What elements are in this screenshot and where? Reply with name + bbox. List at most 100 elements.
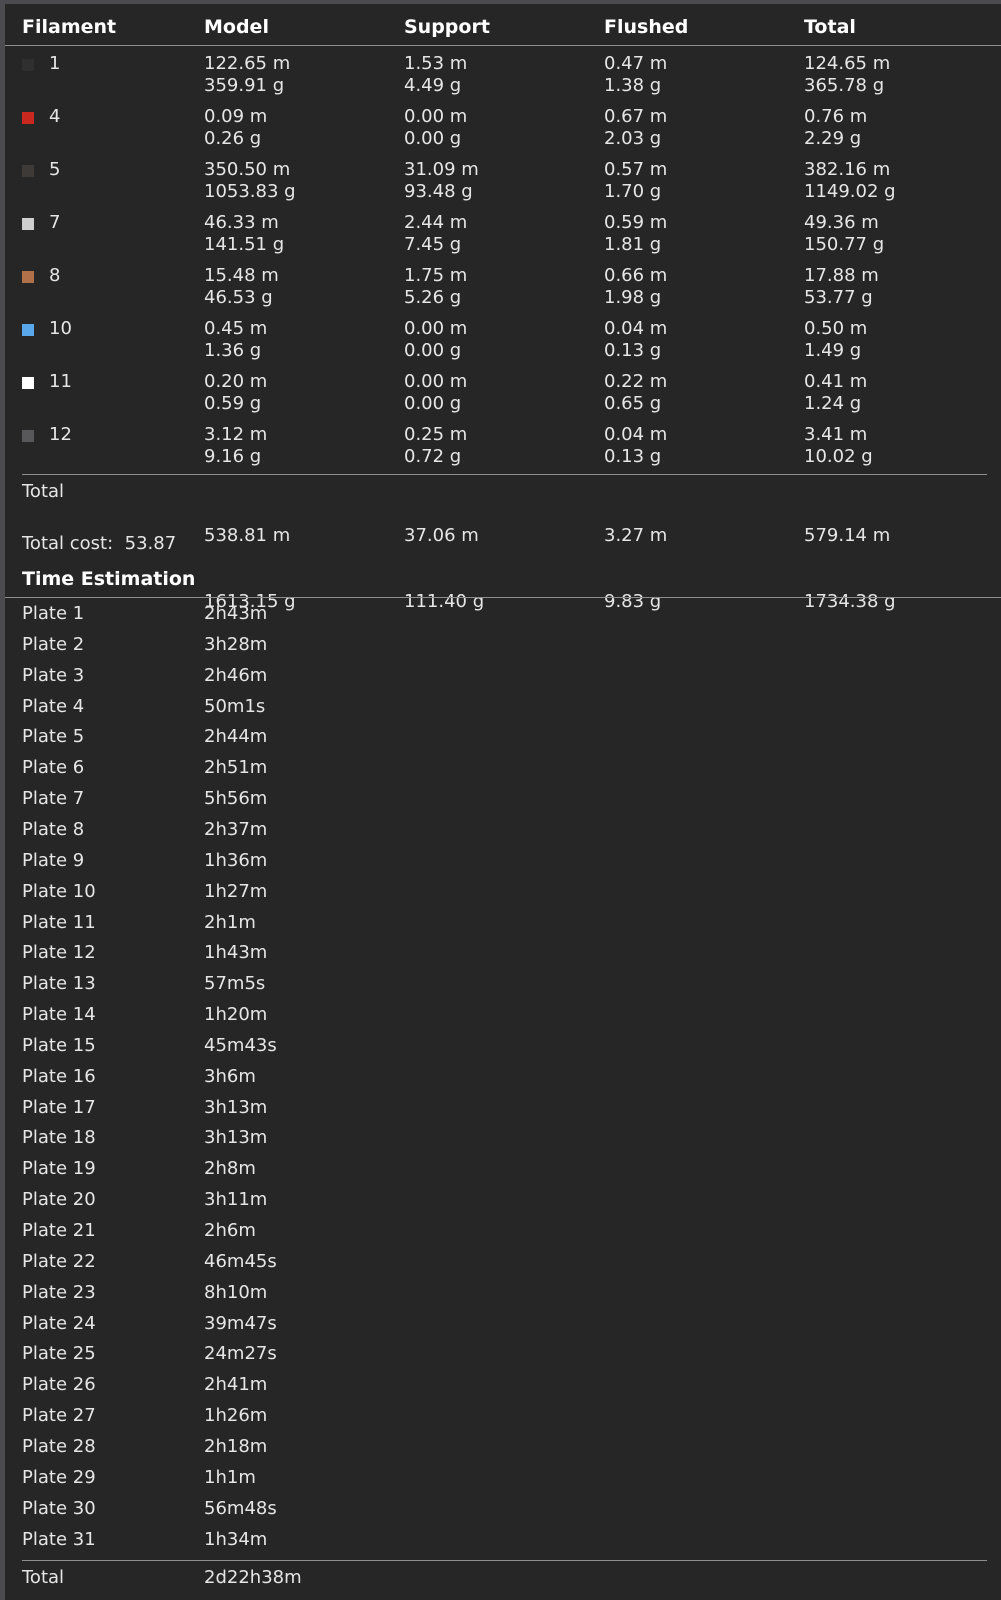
plate-time-row: Plate 10 1h27m — [0, 880, 1001, 911]
plate-time: 50m1s — [204, 695, 266, 717]
plate-time: 1h26m — [204, 1405, 268, 1427]
plate-time-row: Plate 9 1h36m — [0, 849, 1001, 880]
filament-table-header: Filament Model Support Flushed Total — [0, 16, 1001, 46]
plate-name: Plate 22 — [22, 1250, 96, 1272]
filament-total-length: 49.36 m — [804, 212, 879, 233]
filament-flushed-length: 0.57 m — [604, 159, 668, 180]
filament-model-length: 0.09 m — [204, 106, 268, 127]
plate-name: Plate 6 — [22, 757, 85, 779]
plate-time: 3h13m — [204, 1127, 268, 1149]
plate-name: Plate 17 — [22, 1096, 96, 1118]
plate-time-row: Plate 18 3h13m — [0, 1126, 1001, 1157]
time-total-label: Total — [22, 1567, 65, 1588]
filament-model-length: 0.20 m — [204, 371, 268, 392]
plate-name: Plate 28 — [22, 1435, 96, 1457]
filament-flushed-length: 0.04 m — [604, 318, 668, 339]
plate-name: Plate 29 — [22, 1466, 96, 1488]
plate-time: 39m47s — [204, 1312, 277, 1334]
filament-total-weight: 10.02 g — [804, 446, 873, 467]
plate-name: Plate 3 — [22, 664, 85, 686]
plate-name: Plate 25 — [22, 1343, 96, 1365]
filament-total-cell: 382.16 m 1149.02 g — [804, 159, 896, 203]
plate-time: 3h28m — [204, 633, 268, 655]
plate-time: 2h43m — [204, 603, 268, 624]
filament-flushed-cell: 0.67 m 2.03 g — [604, 106, 667, 150]
filament-model-cell: 15.48 m 46.53 g — [204, 265, 279, 309]
header-support: Support — [404, 16, 490, 38]
filament-id: 10 — [49, 318, 72, 339]
filament-row: 5 350.50 m 1053.83 g 31.09 m 93.48 g 0.57 m 1.… — [0, 159, 1001, 211]
time-total-row: Total 2d22h38m — [0, 1566, 1001, 1597]
filament-support-length: 0.00 m — [404, 318, 468, 339]
filament-support-cell: 1.53 m 4.49 g — [404, 53, 467, 97]
plate-time: 1h1m — [204, 1466, 256, 1488]
plate-time: 2h8m — [204, 1158, 256, 1180]
plate-name: Plate 9 — [22, 849, 85, 871]
header-divider — [5, 45, 1001, 46]
plate-time-row: Plate 2 3h28m — [0, 633, 1001, 664]
plate-name: Plate 18 — [22, 1127, 96, 1149]
filament-support-cell: 1.75 m 5.26 g — [404, 265, 467, 309]
filament-flushed-cell: 0.66 m 1.98 g — [604, 265, 667, 309]
filament-model-weight: 1053.83 g — [204, 181, 296, 202]
plate-time-row: Plate 16 3h6m — [0, 1065, 1001, 1096]
filament-model-length: 46.33 m — [204, 212, 279, 233]
plate-time-row: Plate 27 1h26m — [0, 1404, 1001, 1435]
filament-total-cell: 17.88 m 53.77 g — [804, 265, 879, 309]
plate-time-row: Plate 17 3h13m — [0, 1096, 1001, 1127]
plate-time-row: Plate 15 45m43s — [0, 1034, 1001, 1065]
filament-color-swatch — [22, 218, 34, 230]
filament-flushed-length: 0.67 m — [604, 106, 668, 127]
total-cost-value: 53.87 — [124, 533, 177, 554]
filament-support-length: 0.00 m — [404, 371, 468, 392]
plate-name: Plate 20 — [22, 1189, 96, 1211]
total-cost-label: Total cost: — [22, 533, 114, 554]
plate-time-row: Plate 20 3h11m — [0, 1188, 1001, 1219]
filament-total-length: 124.65 m — [804, 53, 891, 74]
filament-model-weight: 359.91 g — [204, 75, 285, 96]
plate-time-row: Plate 12 1h43m — [0, 941, 1001, 972]
plate-time: 1h20m — [204, 1004, 268, 1026]
filament-total-weight: 365.78 g — [804, 75, 885, 96]
plate-time-row: Plate 7 5h56m — [0, 787, 1001, 818]
filament-support-length: 1.53 m — [404, 53, 468, 74]
filament-model-weight: 141.51 g — [204, 234, 285, 255]
filament-id: 8 — [49, 265, 61, 286]
plate-time: 1h36m — [204, 849, 268, 871]
plate-time-row: Plate 28 2h18m — [0, 1435, 1001, 1466]
filament-color-swatch — [22, 112, 34, 124]
filament-flushed-weight: 1.70 g — [604, 181, 662, 202]
plate-time: 45m43s — [204, 1034, 277, 1056]
filament-total-weight: 1.49 g — [804, 340, 862, 361]
filament-row: 10 0.45 m 1.36 g 0.00 m 0.00 g 0.04 m 0.13 g 0.… — [0, 318, 1001, 370]
window-top-border — [0, 0, 1001, 4]
filament-flushed-cell: 0.47 m 1.38 g — [604, 53, 667, 97]
filament-total-cell: 49.36 m 150.77 g — [804, 212, 884, 256]
plate-name: Plate 13 — [22, 973, 96, 995]
filament-flushed-length: 0.59 m — [604, 212, 668, 233]
plate-time-row: Plate 11 2h1m — [0, 911, 1001, 942]
filament-row: 8 15.48 m 46.53 g 1.75 m 5.26 g 0.66 m 1.98 g 1… — [0, 265, 1001, 317]
plate-time-row: Plate 8 2h37m — [0, 818, 1001, 849]
plate-time-row: Plate 4 50m1s — [0, 695, 1001, 726]
time-header-divider — [5, 597, 1001, 598]
filament-id: 11 — [49, 371, 72, 392]
filament-model-weight: 46.53 g — [204, 287, 273, 308]
filament-model-cell: 0.09 m 0.26 g — [204, 106, 267, 150]
filament-support-length: 0.00 m — [404, 106, 468, 127]
plate-name: Plate 15 — [22, 1034, 96, 1056]
totals-model-length: 538.81 m — [204, 525, 291, 546]
plate-time: 1h34m — [204, 1528, 268, 1550]
plate-time-row: Plate 6 2h51m — [0, 756, 1001, 787]
filament-model-cell: 350.50 m 1053.83 g — [204, 159, 296, 203]
filament-support-length: 0.25 m — [404, 424, 468, 445]
filament-total-cell: 124.65 m 365.78 g — [804, 53, 890, 97]
total-cost: Total cost: 53.87 — [22, 533, 176, 554]
filament-flushed-weight: 0.65 g — [604, 393, 662, 414]
filament-model-weight: 9.16 g — [204, 446, 262, 467]
plate-time-row: Plate 5 2h44m — [0, 725, 1001, 756]
filament-support-cell: 31.09 m 93.48 g — [404, 159, 479, 203]
plate-time-row: Plate 25 24m27s — [0, 1342, 1001, 1373]
time-total-value: 2d22h38m — [204, 1567, 302, 1588]
filament-support-weight: 4.49 g — [404, 75, 462, 96]
